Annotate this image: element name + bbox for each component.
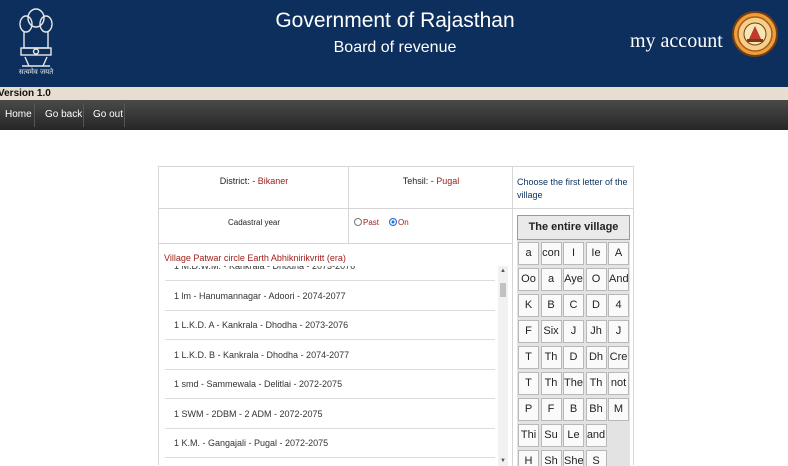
- site-header: सत्यमेव जयते Government of Rajasthan Boa…: [0, 0, 788, 87]
- letter-button[interactable]: H: [518, 450, 539, 466]
- letter-button[interactable]: B: [563, 398, 584, 421]
- tehsil-cell: Tehsil: - Pugal: [349, 167, 513, 209]
- radio-on-circle[interactable]: [389, 218, 397, 226]
- letter-button[interactable]: Oo: [518, 268, 539, 291]
- nav-go-out[interactable]: Go out: [93, 109, 123, 120]
- letter-button[interactable]: Ie: [585, 242, 607, 265]
- village-selection-panel: District: - Bikaner Tehsil: - Pugal Choo…: [158, 166, 634, 466]
- emblem-caption: सत्यमेव जयते: [18, 68, 54, 76]
- letter-button[interactable]: C: [563, 294, 584, 317]
- letter-button[interactable]: F: [540, 398, 562, 421]
- letter-button[interactable]: Cre: [608, 346, 629, 369]
- radio-past-circle[interactable]: [354, 218, 362, 226]
- letter-grid: The entire village a con I Ie A Oo a Aye O And K B C…: [517, 215, 630, 466]
- letter-button[interactable]: and: [585, 424, 607, 447]
- letter-button[interactable]: B: [540, 294, 562, 317]
- village-list[interactable]: 1 M.D.W.M. - Kankrala - Dhodha - 2073-20…: [165, 266, 508, 466]
- choose-letter-cell: Choose the first letter of the village: [513, 167, 634, 209]
- village-list-scrollbar[interactable]: ▲ ▼: [498, 266, 508, 466]
- village-list-item[interactable]: 1 M.D.W.M. - Kankrala - Dhodha - 2073-20…: [165, 266, 495, 281]
- district-line: District: - Bikaner: [159, 176, 349, 186]
- main-nav: Home Go back Go out: [0, 100, 788, 130]
- radio-on[interactable]: On: [389, 218, 409, 227]
- letter-button[interactable]: D: [585, 294, 607, 317]
- letter-button[interactable]: K: [518, 294, 539, 317]
- letter-button[interactable]: M: [608, 398, 629, 421]
- letter-button[interactable]: O: [585, 268, 607, 291]
- letter-button[interactable]: not: [608, 372, 629, 395]
- radio-past[interactable]: Past: [354, 218, 379, 227]
- nav-divider: [34, 103, 35, 127]
- scroll-up-icon[interactable]: ▲: [498, 266, 508, 276]
- entire-village-button[interactable]: The entire village: [517, 215, 630, 240]
- letter-button[interactable]: D: [563, 346, 584, 369]
- letter-button[interactable]: Sh: [540, 450, 562, 466]
- letter-button[interactable]: Dh: [585, 346, 607, 369]
- scroll-thumb[interactable]: [500, 283, 506, 297]
- district-value: Bikaner: [257, 176, 289, 186]
- village-list-item[interactable]: 1 SWM - 2DBM - 2 ADM - 2072-2075: [165, 400, 495, 429]
- letter-button[interactable]: Aye: [563, 268, 584, 291]
- nav-home[interactable]: Home: [5, 109, 32, 120]
- letter-button[interactable]: Jh: [585, 320, 607, 343]
- district-label: District: -: [219, 176, 256, 186]
- version-label: Version 1.0: [0, 88, 51, 99]
- tehsil-value: Pugal: [436, 176, 460, 186]
- letter-button[interactable]: F: [518, 320, 539, 343]
- village-list-item[interactable]: 1 L.K.D. A - Kankrala - Dhodha - 2073-20…: [165, 311, 495, 340]
- village-list-cell: Village Patwar circle Earth Abhiknirikvr…: [159, 244, 513, 466]
- village-list-title: Village Patwar circle Earth Abhiknirikvr…: [164, 253, 346, 263]
- tehsil-line: Tehsil: - Pugal: [349, 176, 513, 186]
- cadastral-radio-cell: Past On: [349, 209, 513, 244]
- letter-button[interactable]: P: [518, 398, 539, 421]
- cadastral-label: Cadastral year: [227, 218, 281, 227]
- letter-button[interactable]: A: [608, 242, 629, 265]
- letter-button[interactable]: a: [518, 242, 539, 265]
- village-list-item[interactable]: 1 lm - Hanumannagar - Adoori - 2074-2077: [165, 282, 495, 311]
- letter-button[interactable]: J: [608, 320, 629, 343]
- nav-go-back[interactable]: Go back: [45, 109, 82, 120]
- radio-past-label: Past: [363, 218, 380, 227]
- nav-divider: [124, 103, 125, 127]
- letter-button[interactable]: T: [518, 346, 539, 369]
- letter-picker-cell: The entire village a con I Ie A Oo a Aye O And K B C…: [513, 209, 634, 466]
- tehsil-label: Tehsil: -: [402, 176, 434, 186]
- letter-button[interactable]: Thi: [518, 424, 539, 447]
- letter-button[interactable]: The: [563, 372, 584, 395]
- letter-button[interactable]: J: [563, 320, 584, 343]
- village-list-item[interactable]: 1 K.M. - Gangajali - Pugal - 2072-2075: [165, 429, 495, 458]
- letter-button[interactable]: Su: [540, 424, 562, 447]
- letter-button[interactable]: She: [563, 450, 584, 466]
- my-account-link[interactable]: my account: [630, 30, 723, 53]
- letter-button[interactable]: Le: [563, 424, 584, 447]
- letter-button[interactable]: S: [585, 450, 607, 466]
- letter-button[interactable]: And: [608, 268, 629, 291]
- letter-button[interactable]: con: [540, 242, 562, 265]
- village-list-item[interactable]: 1 L.K.D. B - Kankrala - Dhodha - 2074-20…: [165, 341, 495, 370]
- letter-button[interactable]: a: [540, 268, 562, 291]
- village-list-item[interactable]: 1 smd - Sammewala - Delitlai - 2072-2075: [165, 370, 495, 399]
- version-bar: Version 1.0: [0, 87, 788, 100]
- radio-on-label: On: [398, 218, 409, 227]
- choose-letter-text: Choose the first letter of the village: [517, 177, 628, 200]
- letter-button[interactable]: Six: [540, 320, 562, 343]
- cadastral-cell: Cadastral year: [159, 209, 349, 244]
- letter-button[interactable]: Bh: [585, 398, 607, 421]
- letter-button[interactable]: I: [563, 242, 584, 265]
- letter-button[interactable]: 4: [608, 294, 629, 317]
- rajasthan-seal-icon: [732, 11, 778, 57]
- nav-divider: [83, 103, 84, 127]
- letter-button[interactable]: Th: [585, 372, 607, 395]
- letter-button[interactable]: Th: [540, 346, 562, 369]
- letter-button[interactable]: T: [518, 372, 539, 395]
- district-cell: District: - Bikaner: [159, 167, 349, 209]
- letter-button[interactable]: Th: [540, 372, 562, 395]
